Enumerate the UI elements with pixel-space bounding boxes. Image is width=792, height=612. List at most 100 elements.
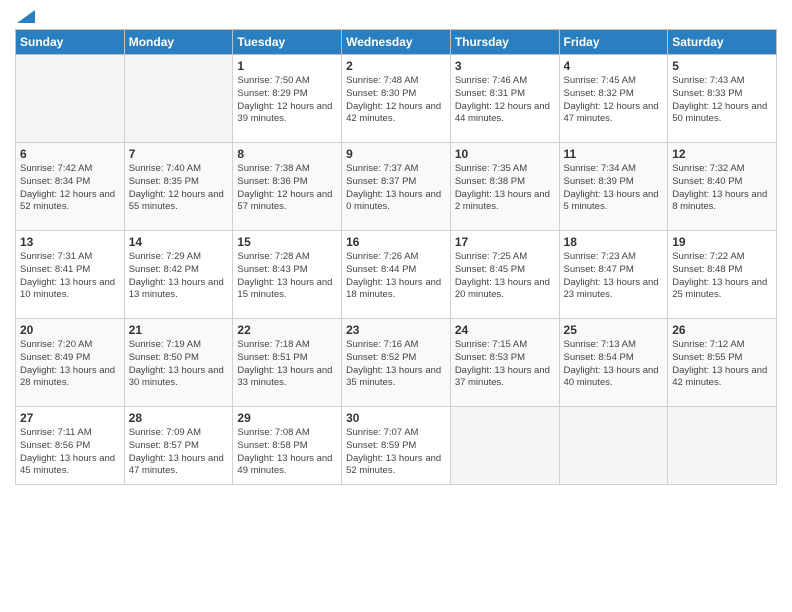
calendar-cell [450, 407, 559, 485]
day-info: Sunrise: 7:19 AM Sunset: 8:50 PM Dayligh… [129, 339, 229, 390]
day-info: Sunrise: 7:09 AM Sunset: 8:57 PM Dayligh… [129, 427, 229, 478]
day-number: 1 [237, 59, 337, 73]
calendar-cell: 22 Sunrise: 7:18 AM Sunset: 8:51 PM Dayli… [233, 319, 342, 407]
weekday-header-row: SundayMondayTuesdayWednesdayThursdayFrid… [16, 30, 777, 55]
calendar-cell: 30 Sunrise: 7:07 AM Sunset: 8:59 PM Dayli… [342, 407, 451, 485]
calendar-cell [559, 407, 668, 485]
calendar-week-row: 27 Sunrise: 7:11 AM Sunset: 8:56 PM Dayli… [16, 407, 777, 485]
day-number: 15 [237, 235, 337, 249]
calendar-cell: 8 Sunrise: 7:38 AM Sunset: 8:36 PM Daylig… [233, 143, 342, 231]
day-info: Sunrise: 7:46 AM Sunset: 8:31 PM Dayligh… [455, 75, 555, 126]
calendar-cell: 23 Sunrise: 7:16 AM Sunset: 8:52 PM Dayli… [342, 319, 451, 407]
day-info: Sunrise: 7:23 AM Sunset: 8:47 PM Dayligh… [564, 251, 664, 302]
calendar-cell: 27 Sunrise: 7:11 AM Sunset: 8:56 PM Dayli… [16, 407, 125, 485]
day-info: Sunrise: 7:45 AM Sunset: 8:32 PM Dayligh… [564, 75, 664, 126]
calendar-cell: 7Sunrise: 7:40 AM Sunset: 8:35 PM Daylig… [124, 143, 233, 231]
day-info: Sunrise: 7:25 AM Sunset: 8:45 PM Dayligh… [455, 251, 555, 302]
day-number: 21 [129, 323, 229, 337]
day-number: 10 [455, 147, 555, 161]
calendar-cell: 12Sunrise: 7:32 AM Sunset: 8:40 PM Dayli… [668, 143, 777, 231]
day-info: Sunrise: 7:07 AM Sunset: 8:59 PM Dayligh… [346, 427, 446, 478]
weekday-tuesday: Tuesday [233, 30, 342, 55]
calendar-table: SundayMondayTuesdayWednesdayThursdayFrid… [15, 29, 777, 485]
day-number: 23 [346, 323, 446, 337]
calendar-cell: 18 Sunrise: 7:23 AM Sunset: 8:47 PM Dayli… [559, 231, 668, 319]
day-number: 25 [564, 323, 664, 337]
calendar-body: 1 Sunrise: 7:50 AM Sunset: 8:29 PM Daylig… [16, 55, 777, 485]
weekday-sunday: Sunday [16, 30, 125, 55]
day-info: Sunrise: 7:38 AM Sunset: 8:36 PM Dayligh… [237, 163, 337, 214]
calendar-week-row: 6 Sunrise: 7:42 AM Sunset: 8:34 PM Daylig… [16, 143, 777, 231]
day-info: Sunrise: 7:11 AM Sunset: 8:56 PM Dayligh… [20, 427, 120, 478]
calendar-cell: 9Sunrise: 7:37 AM Sunset: 8:37 PM Daylig… [342, 143, 451, 231]
calendar-cell: 25 Sunrise: 7:13 AM Sunset: 8:54 PM Dayli… [559, 319, 668, 407]
calendar-header: SundayMondayTuesdayWednesdayThursdayFrid… [16, 30, 777, 55]
day-number: 18 [564, 235, 664, 249]
day-info: Sunrise: 7:43 AM Sunset: 8:33 PM Dayligh… [672, 75, 772, 126]
day-number: 2 [346, 59, 446, 73]
calendar-cell: 5 Sunrise: 7:43 AM Sunset: 8:33 PM Daylig… [668, 55, 777, 143]
day-number: 24 [455, 323, 555, 337]
day-number: 7 [129, 147, 229, 161]
calendar-cell: 26 Sunrise: 7:12 AM Sunset: 8:55 PM Dayli… [668, 319, 777, 407]
day-number: 20 [20, 323, 120, 337]
day-number: 6 [20, 147, 120, 161]
day-number: 13 [20, 235, 120, 249]
calendar-week-row: 20 Sunrise: 7:20 AM Sunset: 8:49 PM Dayli… [16, 319, 777, 407]
day-info: Sunrise: 7:18 AM Sunset: 8:51 PM Dayligh… [237, 339, 337, 390]
day-number: 30 [346, 411, 446, 425]
day-number: 8 [237, 147, 337, 161]
day-number: 19 [672, 235, 772, 249]
weekday-saturday: Saturday [668, 30, 777, 55]
day-number: 9 [346, 147, 446, 161]
day-number: 11 [564, 147, 664, 161]
day-number: 5 [672, 59, 772, 73]
calendar-cell: 10 Sunrise: 7:35 AM Sunset: 8:38 PM Dayli… [450, 143, 559, 231]
calendar-cell: 1 Sunrise: 7:50 AM Sunset: 8:29 PM Daylig… [233, 55, 342, 143]
day-info: Sunrise: 7:31 AM Sunset: 8:41 PM Dayligh… [20, 251, 120, 302]
calendar-cell: 4Sunrise: 7:45 AM Sunset: 8:32 PM Daylig… [559, 55, 668, 143]
day-info: Sunrise: 7:12 AM Sunset: 8:55 PM Dayligh… [672, 339, 772, 390]
day-info: Sunrise: 7:26 AM Sunset: 8:44 PM Dayligh… [346, 251, 446, 302]
day-info: Sunrise: 7:50 AM Sunset: 8:29 PM Dayligh… [237, 75, 337, 126]
calendar-cell: 11 Sunrise: 7:34 AM Sunset: 8:39 PM Dayli… [559, 143, 668, 231]
calendar-cell: 14 Sunrise: 7:29 AM Sunset: 8:42 PM Dayli… [124, 231, 233, 319]
weekday-wednesday: Wednesday [342, 30, 451, 55]
day-number: 26 [672, 323, 772, 337]
calendar-week-row: 13 Sunrise: 7:31 AM Sunset: 8:41 PM Dayli… [16, 231, 777, 319]
logo [15, 10, 35, 21]
calendar-cell: 2 Sunrise: 7:48 AM Sunset: 8:30 PM Daylig… [342, 55, 451, 143]
calendar-cell: 21 Sunrise: 7:19 AM Sunset: 8:50 PM Dayli… [124, 319, 233, 407]
day-info: Sunrise: 7:15 AM Sunset: 8:53 PM Dayligh… [455, 339, 555, 390]
calendar-cell: 3 Sunrise: 7:46 AM Sunset: 8:31 PM Daylig… [450, 55, 559, 143]
day-info: Sunrise: 7:13 AM Sunset: 8:54 PM Dayligh… [564, 339, 664, 390]
day-number: 17 [455, 235, 555, 249]
day-number: 22 [237, 323, 337, 337]
page-header [15, 10, 777, 21]
day-info: Sunrise: 7:16 AM Sunset: 8:52 PM Dayligh… [346, 339, 446, 390]
calendar-cell: 19 Sunrise: 7:22 AM Sunset: 8:48 PM Dayli… [668, 231, 777, 319]
day-info: Sunrise: 7:08 AM Sunset: 8:58 PM Dayligh… [237, 427, 337, 478]
day-info: Sunrise: 7:35 AM Sunset: 8:38 PM Dayligh… [455, 163, 555, 214]
day-info: Sunrise: 7:34 AM Sunset: 8:39 PM Dayligh… [564, 163, 664, 214]
day-number: 16 [346, 235, 446, 249]
weekday-monday: Monday [124, 30, 233, 55]
day-number: 14 [129, 235, 229, 249]
day-number: 27 [20, 411, 120, 425]
weekday-thursday: Thursday [450, 30, 559, 55]
day-info: Sunrise: 7:22 AM Sunset: 8:48 PM Dayligh… [672, 251, 772, 302]
page-container: SundayMondayTuesdayWednesdayThursdayFrid… [0, 0, 792, 495]
weekday-friday: Friday [559, 30, 668, 55]
calendar-cell: 16 Sunrise: 7:26 AM Sunset: 8:44 PM Dayli… [342, 231, 451, 319]
day-info: Sunrise: 7:42 AM Sunset: 8:34 PM Dayligh… [20, 163, 120, 214]
calendar-week-row: 1 Sunrise: 7:50 AM Sunset: 8:29 PM Daylig… [16, 55, 777, 143]
day-number: 3 [455, 59, 555, 73]
calendar-cell: 29Sunrise: 7:08 AM Sunset: 8:58 PM Dayli… [233, 407, 342, 485]
day-info: Sunrise: 7:32 AM Sunset: 8:40 PM Dayligh… [672, 163, 772, 214]
calendar-cell [668, 407, 777, 485]
day-number: 28 [129, 411, 229, 425]
day-info: Sunrise: 7:48 AM Sunset: 8:30 PM Dayligh… [346, 75, 446, 126]
calendar-cell: 6 Sunrise: 7:42 AM Sunset: 8:34 PM Daylig… [16, 143, 125, 231]
day-info: Sunrise: 7:29 AM Sunset: 8:42 PM Dayligh… [129, 251, 229, 302]
day-info: Sunrise: 7:20 AM Sunset: 8:49 PM Dayligh… [20, 339, 120, 390]
